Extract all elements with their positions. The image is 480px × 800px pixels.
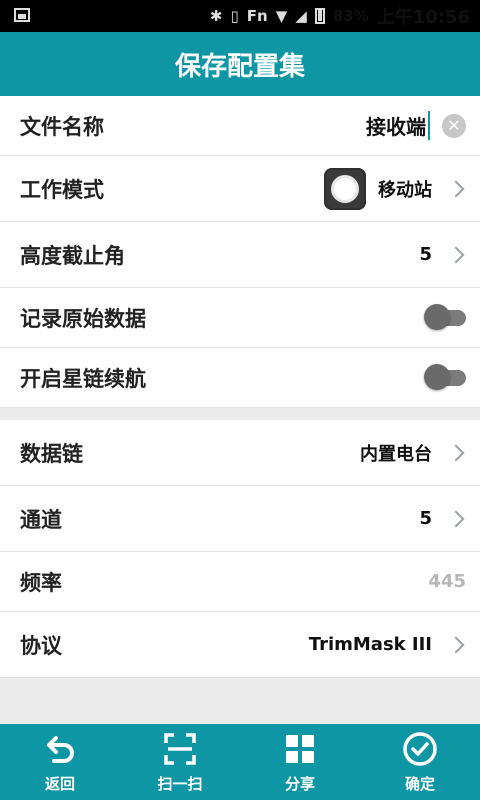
back-icon — [42, 731, 78, 767]
elevation-mask-value: 5 — [419, 244, 432, 265]
vibrate-icon: ▯ — [230, 7, 239, 25]
chevron-right-icon — [447, 180, 465, 197]
bottom-toolbar: 返回 扫一扫 分享 确定 — [0, 724, 480, 800]
protocol-value: TrimMask III — [308, 634, 432, 655]
battery-percent: 83% — [332, 7, 369, 25]
star-link-toggle[interactable] — [424, 363, 466, 390]
section-divider — [0, 408, 480, 420]
image-notification-icon — [14, 8, 30, 22]
confirm-button[interactable]: 确定 — [360, 724, 480, 800]
chevron-right-icon — [447, 510, 465, 527]
channel-value: 5 — [419, 508, 432, 529]
record-raw-row[interactable]: 记录原始数据 — [0, 288, 480, 348]
data-link-label: 数据链 — [20, 441, 83, 466]
back-label: 返回 — [44, 774, 75, 793]
check-circle-icon — [402, 731, 438, 767]
file-name-label: 文件名称 — [20, 114, 104, 139]
scan-icon — [162, 731, 198, 767]
elevation-mask-row[interactable]: 高度截止角 5 — [0, 222, 480, 288]
confirm-label: 确定 — [404, 774, 435, 793]
bluetooth-icon: ✱ — [209, 7, 223, 25]
share-button[interactable]: 分享 — [240, 724, 360, 800]
star-link-label: 开启星链续航 — [20, 366, 146, 391]
chevron-right-icon — [447, 444, 465, 461]
back-button[interactable]: 返回 — [0, 724, 120, 800]
fn-label: Fn — [246, 7, 268, 25]
record-raw-toggle[interactable] — [424, 303, 466, 330]
file-name-input[interactable]: 接收端 — [366, 111, 430, 140]
protocol-row[interactable]: 协议 TrimMask III — [0, 612, 480, 678]
data-link-value: 内置电台 — [360, 443, 432, 465]
channel-label: 通道 — [20, 507, 62, 532]
scan-label: 扫一扫 — [157, 774, 203, 793]
scan-button[interactable]: 扫一扫 — [120, 724, 240, 800]
wifi-icon: ▼ — [275, 7, 288, 25]
grid-icon — [282, 731, 318, 767]
file-name-row[interactable]: 文件名称 接收端 ✕ — [0, 96, 480, 156]
settings-list: 文件名称 接收端 ✕ 工作模式 移动站 高度截止角 5 记录原始数据 开启星链续… — [0, 96, 480, 678]
protocol-label: 协议 — [20, 633, 62, 658]
battery-icon — [314, 8, 325, 24]
work-mode-label: 工作模式 — [20, 177, 104, 202]
frequency-value: 445 — [428, 571, 466, 592]
app-bar: 保存配置集 — [0, 32, 480, 96]
elevation-mask-label: 高度截止角 — [20, 243, 125, 268]
signal-icon: ◢ — [295, 7, 307, 25]
share-label: 分享 — [284, 774, 315, 793]
mobile-station-icon — [324, 167, 366, 210]
page-title: 保存配置集 — [174, 51, 305, 82]
chevron-right-icon — [447, 636, 465, 653]
star-link-row[interactable]: 开启星链续航 — [0, 348, 480, 408]
work-mode-row[interactable]: 工作模式 移动站 — [0, 156, 480, 222]
record-raw-label: 记录原始数据 — [20, 306, 146, 331]
data-link-row[interactable]: 数据链 内置电台 — [0, 420, 480, 486]
status-bar: ✱ ▯ Fn ▼ ◢ 83% 上午10:56 — [0, 0, 480, 32]
work-mode-value: 移动站 — [378, 179, 432, 201]
frequency-label: 频率 — [20, 570, 62, 595]
frequency-row: 频率 445 — [0, 552, 480, 612]
clock-time: 上午10:56 — [376, 7, 470, 28]
channel-row[interactable]: 通道 5 — [0, 486, 480, 552]
chevron-right-icon — [447, 246, 465, 263]
clear-icon[interactable]: ✕ — [442, 113, 466, 138]
